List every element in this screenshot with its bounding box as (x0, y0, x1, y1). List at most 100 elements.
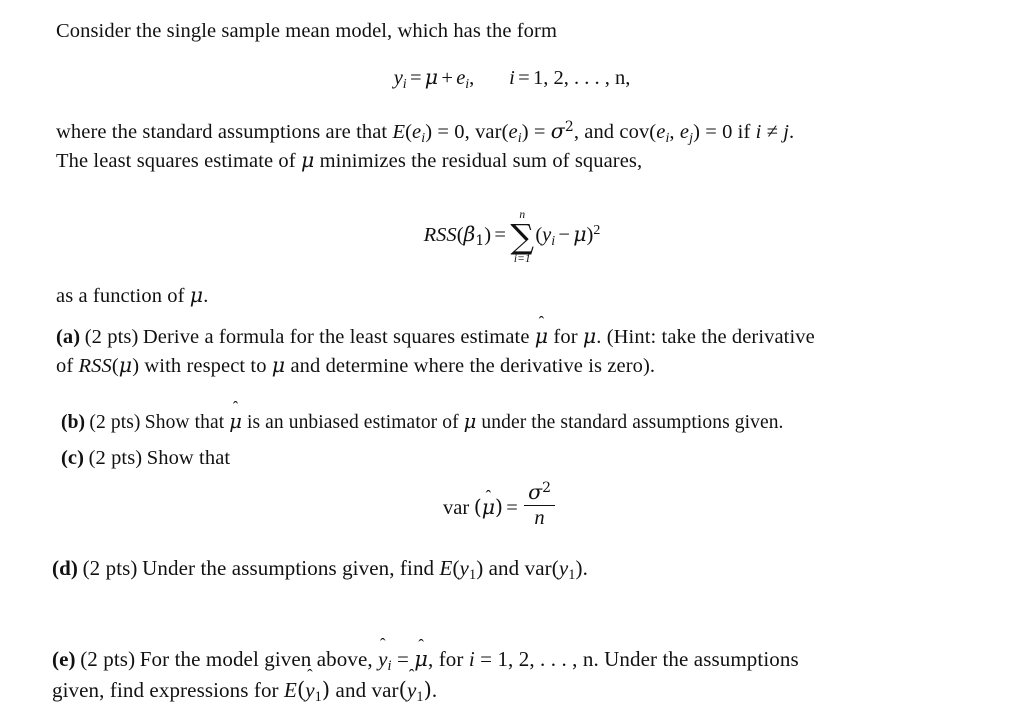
assumptions-line-1: where the standard assumptions are that … (56, 117, 794, 147)
part-b-text-mid: is an unbiased estimator of (241, 412, 464, 433)
part-d-points: (2 pts) (82, 556, 138, 580)
model-mu: μ (424, 65, 439, 89)
paren: ( (296, 678, 306, 702)
paren: ) (495, 494, 504, 519)
document-page: Consider the single sample mean model, w… (0, 0, 1024, 725)
sum-lower-limit: i=1 (513, 252, 531, 265)
equation-rss: RSS(β1) = n ∑ i=1 (yi − μ)2 (0, 208, 1024, 265)
rss-equals: = (494, 224, 506, 247)
minus-symbol: − (558, 224, 570, 247)
part-c-points: (2 pts) (88, 447, 143, 469)
model-equals: = (409, 67, 422, 89)
sigma-glyph-icon: ∑ (510, 217, 535, 257)
part-a-text-post: . (Hint: take the derivative (596, 326, 815, 348)
not-equal-symbol: ≠ (761, 121, 784, 143)
y-hat-symbol: ŷ (305, 665, 315, 702)
part-c-text: Show that (146, 447, 231, 469)
part-e-line-2: given, find expressions for E(ŷ 1) and v… (52, 665, 438, 705)
part-e-text-pre: For the model given above, (139, 647, 379, 671)
equation-model: yi = μ + ei, i = 1, 2, . . . , n, (0, 65, 1024, 91)
after-rss-text: as a function of (56, 285, 190, 307)
paren: ) (423, 678, 432, 702)
y-hat-subscript-1: 1 (314, 688, 322, 705)
paren: ) (575, 556, 583, 580)
part-e-index-values: = 1, 2, . . . , n (474, 647, 594, 671)
error-term-i: ei (412, 121, 426, 146)
part-a-label: (a) (56, 326, 81, 348)
mu-hat-symbol: μ̂ (414, 635, 429, 671)
error-term-j: ej (679, 121, 694, 146)
expectation-symbol: E (284, 678, 297, 702)
mu-symbol: μ (573, 222, 587, 247)
part-b-label: (b) (61, 412, 86, 433)
equation-variance: var(μ̂)=σ2n (0, 481, 1024, 529)
assumptions-text-and: , and (573, 121, 620, 143)
y-hat-i-symbol: ŷ (378, 634, 388, 671)
paren: ( (405, 121, 413, 143)
assumptions-text-lead: where the standard assumptions are that (56, 121, 393, 143)
period: . (789, 121, 795, 143)
assumptions-eq-zero-1: = 0, (432, 121, 476, 143)
part-b-text-post: under the standard assumptions given. (476, 412, 784, 433)
mu-symbol: μ (582, 324, 597, 348)
beta-one: β1 (463, 222, 485, 250)
intro-line-1: Consider the single sample mean model, w… (56, 20, 558, 42)
part-c: (c) (2 pts) Show that (61, 444, 230, 473)
comma: , (669, 121, 680, 143)
least-squares-text-pre: The least squares estimate of (56, 150, 301, 172)
part-a-line2-pre: of (56, 355, 79, 377)
part-e-points: (2 pts) (80, 647, 136, 671)
variance-symbol: var (524, 556, 552, 580)
mu-symbol: μ (189, 283, 204, 307)
mu-hat-symbol: μ̂ (481, 494, 496, 519)
model-index-equals: = (518, 67, 530, 89)
paren: ( (452, 556, 460, 580)
paren: ( (398, 678, 407, 702)
variance-symbol: var (443, 496, 470, 519)
mu-symbol: μ (118, 353, 133, 377)
y-one: y1 (558, 556, 576, 583)
model-plus: + (441, 67, 453, 89)
paren: ( (551, 556, 559, 580)
paren-power: )2 (586, 222, 601, 247)
part-e-line2-pre: given, find expressions for (52, 678, 285, 702)
part-a-line2-mid: with respect to (139, 355, 272, 377)
period: . (431, 678, 438, 702)
rss-symbol: RSS (423, 224, 457, 247)
sigma-squared-over-n-fraction: σ2 n (523, 481, 556, 529)
paren: ) (693, 121, 700, 143)
paren: ( (501, 121, 509, 143)
least-squares-text-post: minimizes the residual sum of squares, (314, 150, 643, 172)
part-e-text-post: . Under the assumptions (593, 647, 799, 671)
part-b-text-pre: Show that (144, 412, 230, 433)
intro-paragraph: Consider the single sample mean model, w… (56, 17, 557, 46)
after-rss-paragraph: as a function of μ. (56, 281, 208, 311)
mu-hat-symbol: μ̂ (534, 313, 549, 348)
part-a-line-2: of RSS(μ) with respect to μ and determin… (56, 351, 655, 381)
error-term-i: ei (508, 121, 522, 146)
mu-hat-symbol: μ̂ (229, 399, 242, 433)
part-d: (d) (2 pts) Under the assumptions given, f… (52, 554, 588, 583)
error-term-i: ei (656, 121, 670, 146)
assumptions-eq-zero-2: = 0 if (700, 121, 756, 143)
variance-symbol: var (371, 678, 399, 702)
period: . (203, 285, 209, 307)
part-e-line2-mid: and (330, 678, 372, 702)
part-a-line-1: (a) (2 pts) Derive a formula for the least… (56, 313, 815, 352)
covariance-symbol: cov (619, 121, 650, 143)
paren: ) (321, 678, 331, 702)
assumptions-eq-sigma: = (528, 121, 551, 143)
paren: ( (456, 224, 464, 247)
part-e-label: (e) (52, 647, 76, 671)
part-c-label: (c) (61, 447, 85, 469)
y-one: y1 (459, 556, 477, 583)
part-a-points: (2 pts) (84, 326, 139, 348)
paren: ( (111, 355, 119, 377)
part-d-text-pre: Under the assumptions given, find (142, 556, 440, 580)
rss-symbol: RSS (78, 355, 112, 377)
mu-symbol: μ (463, 410, 477, 433)
model-index-var: i (509, 67, 515, 89)
expectation-symbol: E (392, 121, 406, 143)
model-comma: , (469, 67, 475, 89)
part-b: (b) (2 pts) Show that μ̂ is an unbiased es… (61, 399, 784, 437)
